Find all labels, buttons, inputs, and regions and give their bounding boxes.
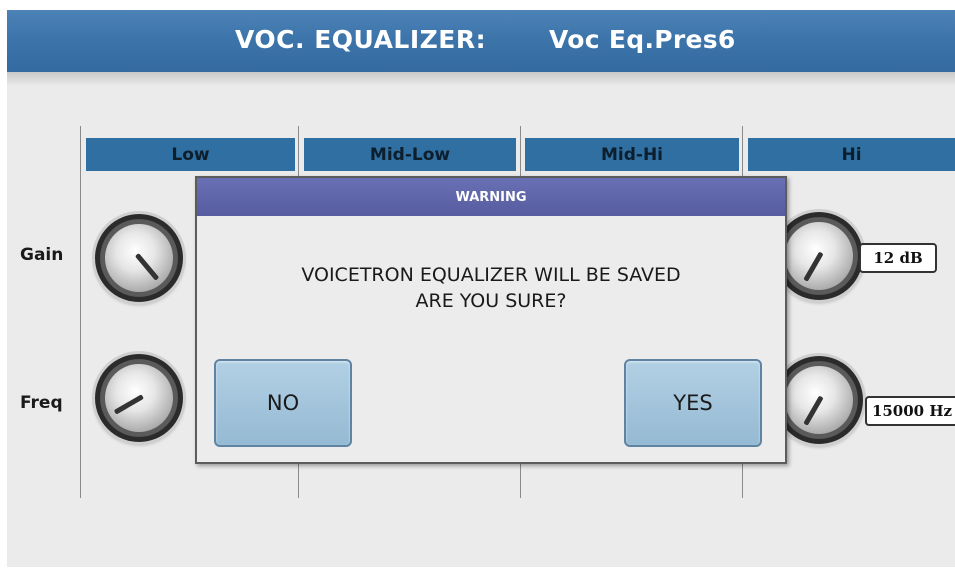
header-bar: VOC. EQUALIZER: Voc Eq.Pres6 [7,10,955,72]
dialog-message-line2: ARE YOU SURE? [415,290,567,312]
dialog-message-line1: VOICETRON EQUALIZER WILL BE SAVED [301,264,681,286]
hi-freq-knob-icon[interactable] [775,356,863,444]
page-title: VOC. EQUALIZER: [235,25,487,54]
warning-dialog: WARNING VOICETRON EQUALIZER WILL BE SAVE… [195,176,787,464]
equalizer-screen: VOC. EQUALIZER: Voc Eq.Pres6 Low Mid-Low… [7,10,955,567]
dialog-title: WARNING [197,178,785,216]
gain-row-label: Gain [20,245,64,265]
header-shadow [7,72,955,86]
low-gain-knob-icon[interactable] [95,214,183,302]
freq-row-label: Freq [20,393,63,413]
band-header-mid-low: Mid-Low [304,138,516,171]
hi-freq-value: 15000 Hz [865,396,955,426]
band-header-low: Low [86,138,295,171]
hi-gain-knob-icon[interactable] [775,212,863,300]
column-divider [80,126,81,498]
hi-gain-value: 12 dB [859,243,937,273]
preset-name: Voc Eq.Pres6 [549,25,736,54]
no-button[interactable]: NO [214,359,352,447]
band-header-mid-hi: Mid-Hi [525,138,739,171]
band-header-hi: Hi [748,138,955,171]
yes-button[interactable]: YES [624,359,762,447]
low-freq-knob-icon[interactable] [95,354,183,442]
